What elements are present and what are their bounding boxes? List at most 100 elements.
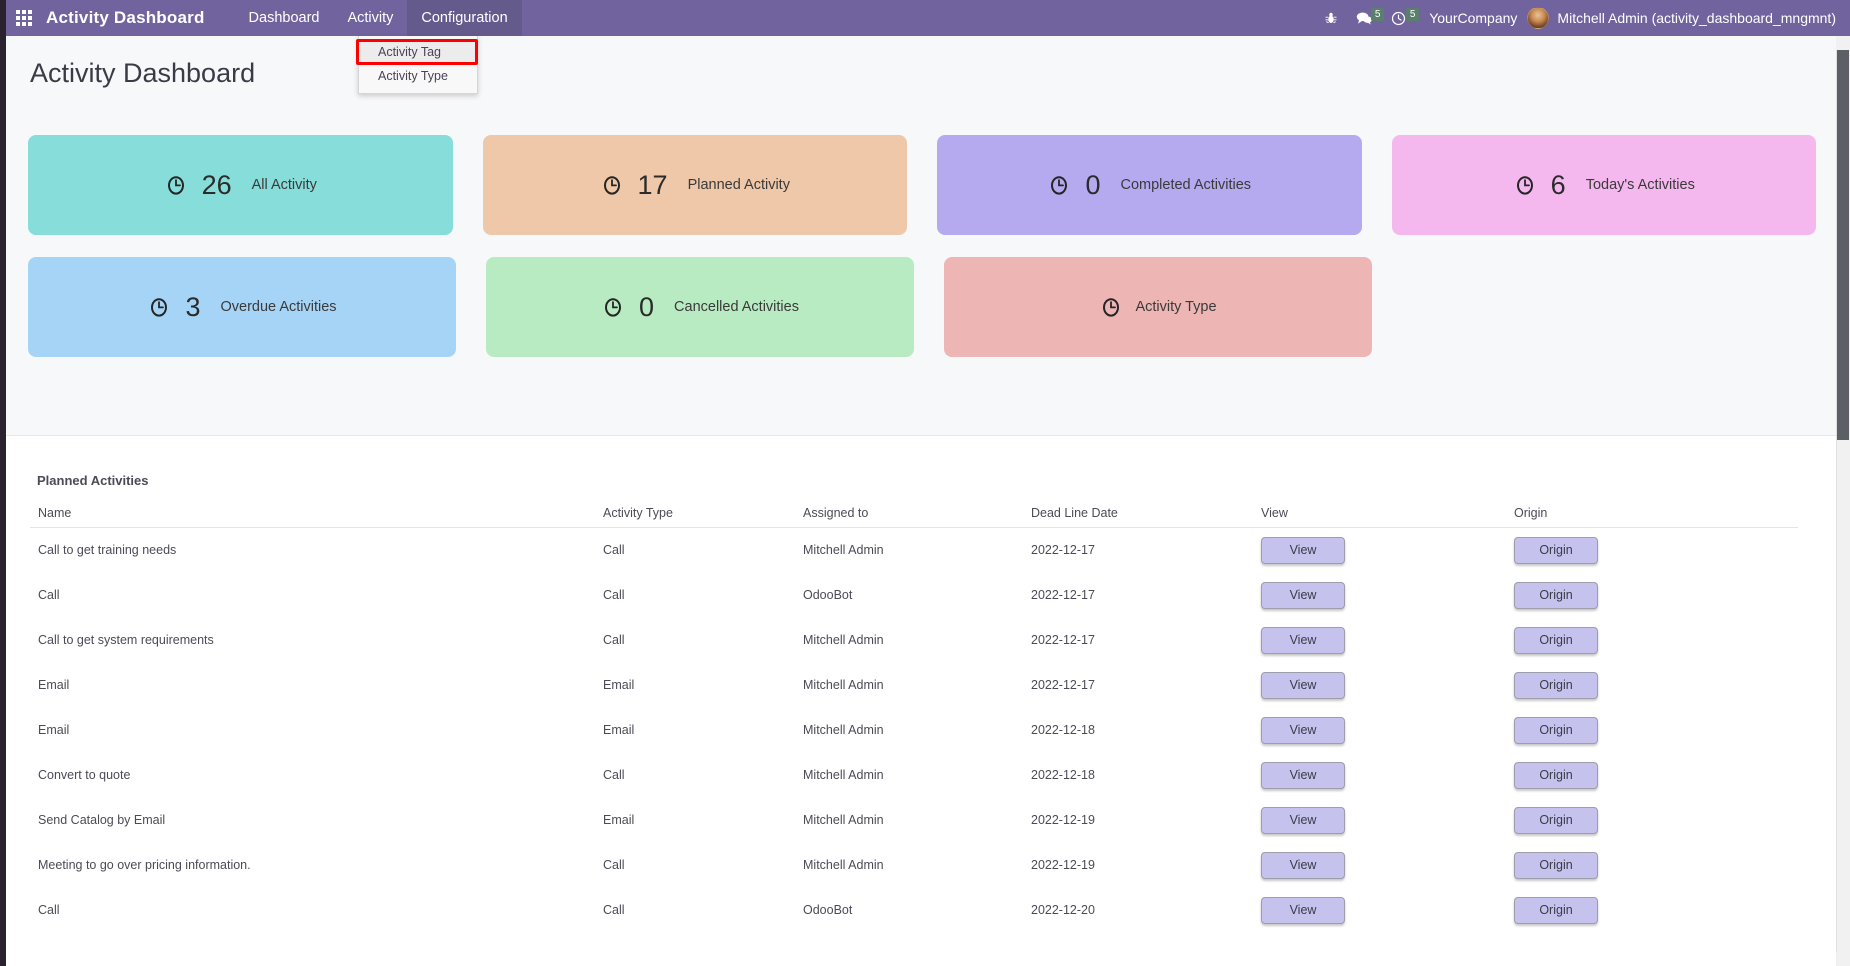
kpi-value: 6 bbox=[1550, 169, 1566, 200]
cell-type: Email bbox=[603, 813, 635, 827]
table-head: Name Activity Type Assigned to Dead Line… bbox=[30, 502, 1798, 528]
cell-view: View bbox=[1253, 708, 1506, 753]
cell-origin: Origin bbox=[1506, 618, 1798, 663]
cell-name: Call to get system requirements bbox=[38, 633, 214, 647]
origin-button[interactable]: Origin bbox=[1514, 536, 1598, 564]
cell-name: Email bbox=[38, 678, 70, 692]
view-button[interactable]: View bbox=[1261, 626, 1345, 654]
cell-assigned: Mitchell Admin bbox=[803, 768, 884, 782]
kpi-card-completed-activities[interactable]: 0 Completed Activities bbox=[937, 135, 1362, 235]
nav-item-activity[interactable]: Activity bbox=[333, 0, 407, 36]
cell-view: View bbox=[1253, 843, 1506, 888]
cell-origin: Origin bbox=[1506, 708, 1798, 753]
origin-button[interactable]: Origin bbox=[1514, 896, 1598, 924]
menu-item-activity-tag[interactable]: Activity Tag bbox=[359, 40, 477, 64]
user-menu[interactable]: Mitchell Admin (activity_dashboard_mngmn… bbox=[1557, 10, 1836, 26]
kpi-card-overdue-activities[interactable]: 3 Overdue Activities bbox=[28, 257, 456, 357]
view-button[interactable]: View bbox=[1261, 581, 1345, 609]
cell-assigned: Mitchell Admin bbox=[803, 543, 884, 558]
cell-deadline: 2022-12-19 bbox=[1031, 858, 1095, 872]
avatar[interactable] bbox=[1527, 7, 1550, 29]
origin-button[interactable]: Origin bbox=[1514, 671, 1598, 699]
cell-deadline: 2022-12-18 bbox=[1031, 768, 1095, 782]
view-button[interactable]: View bbox=[1261, 761, 1345, 789]
app-brand-title[interactable]: Activity Dashboard bbox=[46, 8, 205, 28]
cell-name: Call to get training needs bbox=[38, 543, 177, 558]
kpi-card-todays-activities[interactable]: 6 Today's Activities bbox=[1391, 135, 1816, 235]
cell-deadline: 2022-12-17 bbox=[1031, 633, 1095, 647]
apps-grid-icon[interactable] bbox=[16, 10, 32, 26]
cell-origin: Origin bbox=[1506, 798, 1798, 843]
column-header-activity-type[interactable]: Activity Type bbox=[595, 502, 795, 528]
kpi-card-activity-type[interactable]: Activity Type bbox=[944, 257, 1372, 357]
kpi-card-cancelled-activities[interactable]: 0 Cancelled Activities bbox=[486, 257, 914, 357]
page-title: Activity Dashboard bbox=[30, 58, 256, 88]
column-header-dead-line-date[interactable]: Dead Line Date bbox=[1023, 502, 1253, 528]
cell-assigned: Mitchell Admin bbox=[803, 813, 884, 827]
origin-button[interactable]: Origin bbox=[1514, 581, 1598, 609]
nav-item-configuration[interactable]: Configuration bbox=[407, 0, 522, 36]
cell-type: Call bbox=[603, 768, 625, 782]
cell-origin: Origin bbox=[1506, 753, 1798, 798]
table-body: Call to get training needs Call Mitchell A… bbox=[30, 528, 1798, 933]
cell-deadline: 2022-12-19 bbox=[1031, 813, 1095, 827]
bug-icon[interactable] bbox=[1324, 11, 1338, 25]
origin-button[interactable]: Origin bbox=[1514, 626, 1598, 654]
left-rail bbox=[0, 0, 6, 966]
cell-type: Call bbox=[603, 858, 625, 872]
view-button[interactable]: View bbox=[1261, 806, 1345, 834]
cell-origin: Origin bbox=[1506, 528, 1798, 573]
origin-button[interactable]: Origin bbox=[1514, 761, 1598, 789]
view-button[interactable]: View bbox=[1261, 896, 1345, 924]
origin-button[interactable]: Origin bbox=[1514, 806, 1598, 834]
kpi-card-row-2: 3 Overdue Activities 0 Cancelled Activit… bbox=[28, 257, 1816, 357]
kpi-label: All Activity bbox=[251, 177, 317, 193]
kpi-card-planned-activity[interactable]: 17 Planned Activity bbox=[482, 135, 907, 235]
scrollbar-arrow-down[interactable] bbox=[1836, 952, 1850, 966]
cell-origin: Origin bbox=[1506, 888, 1798, 933]
configuration-dropdown-menu: Activity Tag Activity Type bbox=[358, 36, 478, 94]
scrollbar-arrow-up[interactable] bbox=[1836, 36, 1850, 50]
column-header-origin[interactable]: Origin bbox=[1506, 502, 1798, 528]
vertical-scrollbar-thumb[interactable] bbox=[1837, 40, 1849, 440]
cell-type: Call bbox=[603, 588, 625, 602]
clock-icon bbox=[164, 173, 188, 197]
activities-count-badge: 5 bbox=[1406, 7, 1420, 21]
cell-deadline: 2022-12-17 bbox=[1031, 543, 1095, 558]
cell-deadline: 2022-12-17 bbox=[1031, 588, 1095, 602]
cell-type: Call bbox=[603, 543, 625, 558]
cell-assigned: OdooBot bbox=[803, 588, 853, 602]
kpi-card-all-activity[interactable]: 26 All Activity bbox=[28, 135, 453, 235]
cell-view: View bbox=[1253, 573, 1506, 618]
column-header-view[interactable]: View bbox=[1253, 502, 1506, 528]
cell-name: Send Catalog by Email bbox=[38, 813, 166, 827]
cell-view: View bbox=[1253, 618, 1506, 663]
view-button[interactable]: View bbox=[1261, 671, 1345, 699]
clock-icon[interactable]: 5 bbox=[1391, 7, 1420, 26]
kpi-value: 0 bbox=[639, 291, 655, 322]
menu-item-activity-type[interactable]: Activity Type bbox=[359, 64, 477, 88]
chat-bubble-icon[interactable]: 5 bbox=[1356, 7, 1385, 26]
cell-origin: Origin bbox=[1506, 663, 1798, 708]
origin-button[interactable]: Origin bbox=[1514, 716, 1598, 744]
cell-assigned: OdooBot bbox=[803, 903, 853, 917]
top-navbar: Activity Dashboard Dashboard Activity Co… bbox=[0, 0, 1850, 36]
view-button[interactable]: View bbox=[1261, 716, 1345, 744]
kpi-label: Activity Type bbox=[1135, 299, 1217, 315]
view-button[interactable]: View bbox=[1261, 536, 1345, 564]
table-row: Send Catalog by Email Email Mitchell Admin… bbox=[30, 798, 1798, 843]
kpi-label: Cancelled Activities bbox=[674, 299, 799, 315]
column-header-assigned-to[interactable]: Assigned to bbox=[795, 502, 1023, 528]
nav-item-dashboard[interactable]: Dashboard bbox=[235, 0, 334, 36]
cell-assigned: Mitchell Admin bbox=[803, 633, 884, 647]
kpi-card-row-1: 26 All Activity 17 Planned Activity 0 Co… bbox=[28, 135, 1816, 235]
kpi-label: Today's Activities bbox=[1585, 177, 1695, 193]
view-button[interactable]: View bbox=[1261, 851, 1345, 879]
planned-activities-panel: Planned Activities Name Activity Type As… bbox=[6, 436, 1838, 966]
origin-button[interactable]: Origin bbox=[1514, 851, 1598, 879]
navbar-right-group: 5 5 YourCompany Mitchell Admin (activity… bbox=[1315, 0, 1850, 36]
company-selector[interactable]: YourCompany bbox=[1429, 10, 1517, 26]
table-row: Call to get system requirements Call Mitch… bbox=[30, 618, 1798, 663]
kpi-value: 26 bbox=[201, 169, 232, 200]
column-header-name[interactable]: Name bbox=[30, 502, 595, 528]
